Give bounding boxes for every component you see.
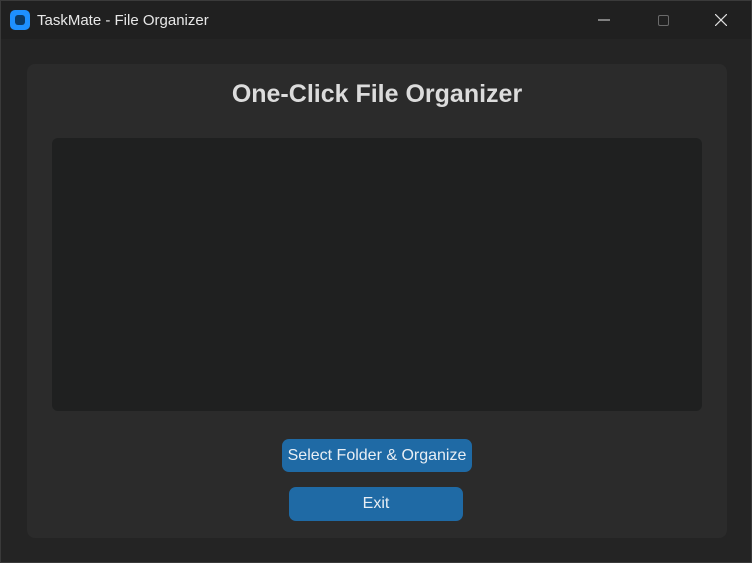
close-icon — [715, 14, 727, 26]
main-panel: One-Click File Organizer Select Folder &… — [27, 64, 727, 538]
window-title: TaskMate - File Organizer — [37, 12, 209, 29]
maximize-icon — [657, 14, 669, 26]
exit-button[interactable]: Exit — [289, 487, 463, 521]
select-folder-organize-button[interactable]: Select Folder & Organize — [282, 439, 472, 472]
minimize-icon — [598, 14, 610, 26]
page-title: One-Click File Organizer — [231, 80, 523, 108]
title-bar[interactable]: TaskMate - File Organizer — [1, 1, 751, 39]
log-textbox[interactable] — [52, 138, 702, 411]
close-button[interactable] — [698, 1, 744, 39]
minimize-button[interactable] — [581, 1, 627, 39]
maximize-button[interactable] — [640, 1, 686, 39]
app-window: TaskMate - File Organizer One-Click File… — [0, 0, 752, 563]
app-icon — [10, 10, 30, 30]
